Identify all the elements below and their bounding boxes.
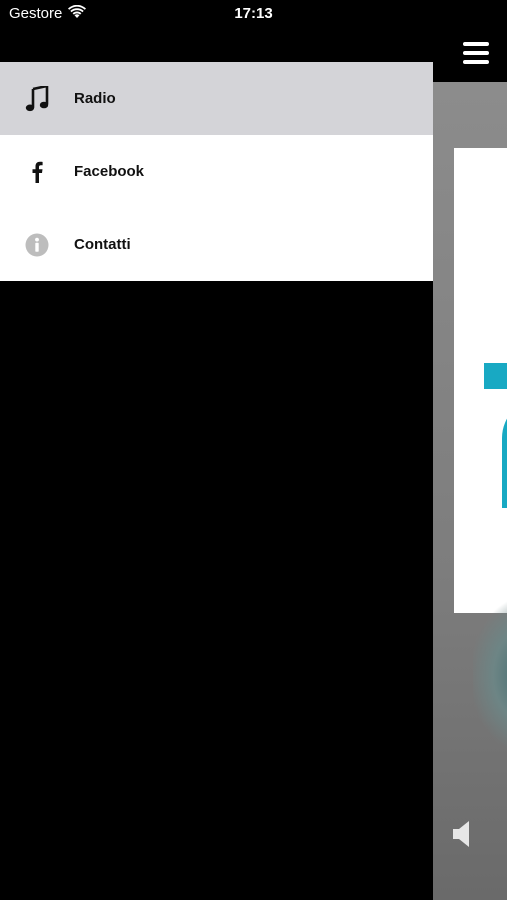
facebook-icon <box>24 159 50 185</box>
music-note-icon <box>24 86 50 112</box>
menu-item-contatti[interactable]: Contatti <box>0 208 433 281</box>
logo-accent-bar <box>484 363 507 389</box>
status-time: 17:13 <box>234 5 273 22</box>
hamburger-menu-icon[interactable] <box>463 42 489 64</box>
menu-item-label: Facebook <box>74 163 145 180</box>
speaker-volume-icon[interactable] <box>453 820 475 853</box>
menu-item-label: Radio <box>74 90 116 107</box>
menu-item-radio[interactable]: Radio <box>0 62 433 135</box>
main-content-peek <box>433 0 507 900</box>
menu-item-facebook[interactable]: Facebook <box>0 135 433 208</box>
station-logo-card <box>454 148 507 613</box>
app-screen: Gestore 17:13 Radio Facebook Contatti <box>0 0 507 900</box>
side-drawer-menu: Radio Facebook Contatti <box>0 62 433 281</box>
menu-item-label: Contatti <box>74 236 131 253</box>
info-icon <box>24 232 50 258</box>
logo-accent-curve <box>502 398 507 508</box>
status-bar: Gestore 17:13 <box>0 0 507 28</box>
background-image-blur <box>473 600 507 750</box>
